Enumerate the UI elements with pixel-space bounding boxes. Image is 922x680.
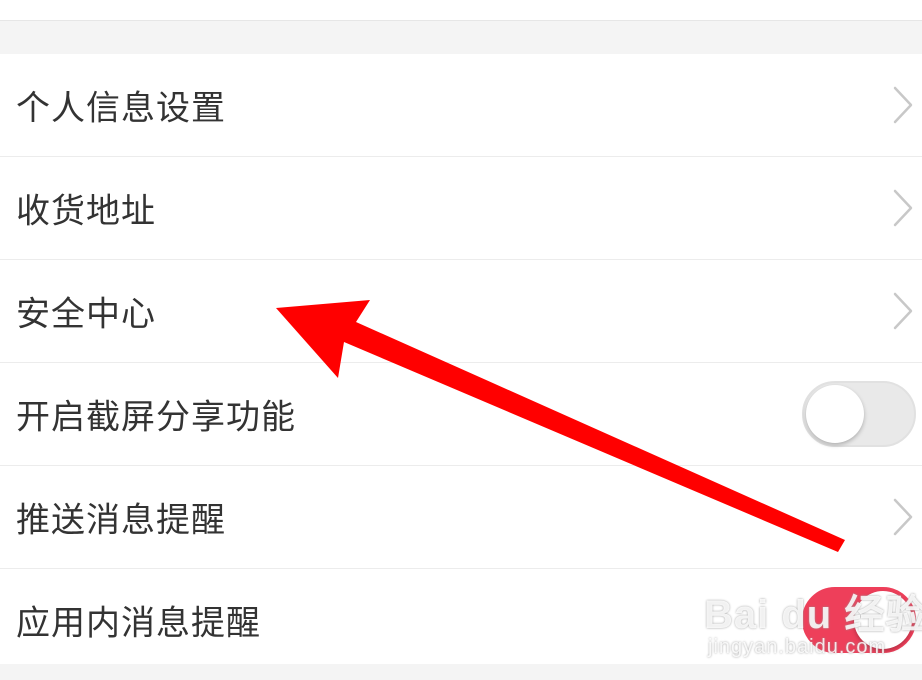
screenshot-share-toggle[interactable] [802, 381, 916, 447]
settings-item-label: 个人信息设置 [16, 88, 226, 129]
settings-item-push-notifications[interactable]: 推送消息提醒 [0, 466, 922, 569]
settings-item-in-app-notifications: 应用内消息提醒 [0, 569, 922, 670]
toggle-knob [806, 385, 864, 443]
toggle-knob [854, 590, 912, 649]
settings-item-personal-info[interactable]: 个人信息设置 [0, 54, 922, 157]
settings-item-shipping-address[interactable]: 收货地址 [0, 157, 922, 260]
settings-item-label: 应用内消息提醒 [16, 603, 261, 643]
settings-item-label: 推送消息提醒 [16, 500, 226, 541]
chevron-right-icon [893, 292, 913, 330]
settings-item-label: 收货地址 [16, 191, 156, 232]
settings-list: 个人信息设置 收货地址 安全中心 开启截屏分享功能 推送消息提醒 应用内消息提醒 [0, 54, 922, 670]
settings-item-label: 开启截屏分享功能 [16, 397, 296, 438]
chevron-right-icon [893, 189, 913, 227]
chevron-right-icon [893, 86, 913, 124]
chevron-right-icon [893, 498, 913, 536]
settings-item-screenshot-share: 开启截屏分享功能 [0, 363, 922, 466]
top-section [0, 0, 922, 21]
settings-item-label: 安全中心 [16, 294, 156, 335]
in-app-notifications-toggle[interactable] [802, 586, 916, 653]
settings-item-security-center[interactable]: 安全中心 [0, 260, 922, 363]
settings-screen: 个人信息设置 收货地址 安全中心 开启截屏分享功能 推送消息提醒 应用内消息提醒… [0, 0, 922, 680]
bottom-section [0, 664, 922, 680]
